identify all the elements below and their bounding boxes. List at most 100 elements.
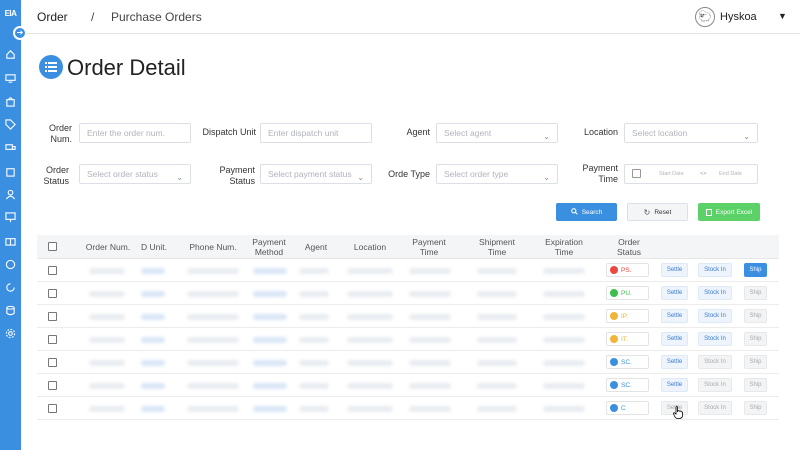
select-all-checkbox[interactable]: [48, 242, 57, 251]
payment-status-select[interactable]: Select payment status ⌄: [260, 164, 372, 184]
redacted-cell: [187, 291, 239, 297]
stock-in-button[interactable]: Stock In: [698, 378, 732, 392]
table-row[interactable]: PU. Settle Stock In Ship: [37, 282, 779, 305]
settle-button[interactable]: Settle: [661, 263, 688, 277]
ship-button[interactable]: Ship: [744, 355, 767, 369]
home-icon[interactable]: [3, 47, 17, 61]
stock-in-button[interactable]: Stock In: [698, 286, 732, 300]
row-checkbox[interactable]: [48, 312, 57, 321]
table-header: Order Num. D Unit. Phone Num. Payment Me…: [37, 235, 779, 259]
settings-icon[interactable]: [3, 326, 17, 340]
settle-button[interactable]: Settle: [661, 332, 688, 346]
dispatch-unit-label: Dispatch Unit: [202, 127, 256, 137]
chevron-down-icon: ⌄: [357, 173, 364, 182]
order-num-input[interactable]: [79, 123, 191, 143]
redacted-cell: [187, 360, 239, 366]
redacted-cell: [299, 337, 329, 343]
col-d-unit: D Unit.: [141, 242, 167, 252]
status-badge: C: [606, 401, 649, 415]
table-row[interactable]: IP. Settle Stock In Ship: [37, 305, 779, 328]
check-circle-icon: [610, 404, 618, 412]
tag-icon[interactable]: [3, 117, 17, 131]
document-icon: [705, 208, 712, 216]
ship-button[interactable]: Ship: [744, 263, 767, 277]
location-label: Location: [583, 127, 618, 137]
sidebar-toggle-arrow-icon[interactable]: ➔: [13, 26, 27, 40]
order-status-select[interactable]: Select order status ⌄: [79, 164, 191, 184]
status-text: PS.: [621, 266, 632, 274]
dispatch-unit-input[interactable]: [260, 123, 372, 143]
order-type-select[interactable]: Select order type ⌄: [436, 164, 558, 184]
table-row[interactable]: IT. Settle Stock In Ship: [37, 328, 779, 351]
ship-button[interactable]: Ship: [744, 401, 767, 415]
ship-button[interactable]: Ship: [744, 309, 767, 323]
col-location: Location: [353, 242, 387, 252]
user-avatar[interactable]: 🐑: [695, 7, 715, 27]
screen-icon[interactable]: [3, 210, 17, 224]
stock-in-button[interactable]: Stock In: [698, 355, 732, 369]
redacted-cell: [89, 406, 125, 412]
end-date-input[interactable]: End Date: [719, 165, 742, 183]
order-type-label: Orde Type: [388, 169, 430, 179]
col-order-status: Order Status: [616, 237, 642, 257]
reset-button[interactable]: ↻ Reset: [627, 203, 688, 221]
row-checkbox[interactable]: [48, 266, 57, 275]
row-checkbox[interactable]: [48, 289, 57, 298]
row-checkbox[interactable]: [48, 381, 57, 390]
truck-icon[interactable]: [3, 140, 17, 154]
database-icon[interactable]: [3, 303, 17, 317]
ship-button[interactable]: Ship: [744, 378, 767, 392]
gift-icon[interactable]: [3, 233, 17, 247]
payment-time-range[interactable]: Start Date <> End Date: [624, 164, 758, 184]
agent-select[interactable]: Select agent ⌄: [436, 123, 558, 143]
redacted-cell: [409, 337, 451, 343]
status-text: PU.: [621, 289, 632, 297]
redacted-cell: [299, 406, 329, 412]
bag-icon[interactable]: [3, 94, 17, 108]
settle-button[interactable]: Settle: [661, 309, 688, 323]
breadcrumb-section[interactable]: Order: [37, 10, 68, 24]
refresh-icon[interactable]: [3, 280, 17, 294]
settle-button[interactable]: Settle: [661, 286, 688, 300]
stock-in-button[interactable]: Stock In: [698, 263, 732, 277]
table-row[interactable]: SC. Settle Stock In Ship: [37, 351, 779, 374]
redacted-cell: [253, 291, 287, 297]
table-row[interactable]: SC. Settle Stock In Ship: [37, 374, 779, 397]
redacted-cell: [543, 268, 585, 274]
export-excel-button[interactable]: Export Excel: [698, 203, 760, 221]
row-checkbox[interactable]: [48, 404, 57, 413]
shopping-icon[interactable]: [3, 164, 17, 178]
row-checkbox[interactable]: [48, 335, 57, 344]
agent-label: Agent: [406, 127, 430, 137]
location-select[interactable]: Select location ⌄: [624, 123, 758, 143]
redacted-cell: [477, 268, 517, 274]
search-button[interactable]: Search: [556, 203, 617, 221]
redacted-cell: [141, 291, 165, 297]
ship-button[interactable]: Ship: [744, 332, 767, 346]
table-row[interactable]: PS. Settle Stock In Ship: [37, 259, 779, 282]
redacted-cell: [253, 337, 287, 343]
settle-button[interactable]: Settle: [661, 355, 688, 369]
start-date-input[interactable]: Start Date: [659, 165, 684, 183]
table-row[interactable]: C Settle Stock In Ship: [37, 397, 779, 420]
dots-circle-icon: [610, 312, 618, 320]
redacted-cell: [89, 291, 125, 297]
payment-status-label: Payment Status: [219, 165, 255, 186]
redacted-cell: [187, 383, 239, 389]
row-checkbox[interactable]: [48, 358, 57, 367]
stock-in-button[interactable]: Stock In: [698, 309, 732, 323]
user-icon[interactable]: [3, 187, 17, 201]
user-menu-caret-icon[interactable]: ▼: [778, 11, 787, 21]
redacted-cell: [543, 314, 585, 320]
check-circle-icon: [610, 381, 618, 389]
chevron-down-icon: ⌄: [543, 173, 550, 182]
monitor-icon[interactable]: [3, 71, 17, 85]
stock-in-button[interactable]: Stock In: [698, 332, 732, 346]
status-text: IT.: [621, 335, 628, 343]
user-name[interactable]: Hyskoa: [720, 11, 757, 23]
coin-icon[interactable]: [3, 257, 17, 271]
ship-button[interactable]: Ship: [744, 286, 767, 300]
settle-button[interactable]: Settle: [661, 378, 688, 392]
redacted-cell: [543, 291, 585, 297]
stock-in-button[interactable]: Stock In: [698, 401, 732, 415]
